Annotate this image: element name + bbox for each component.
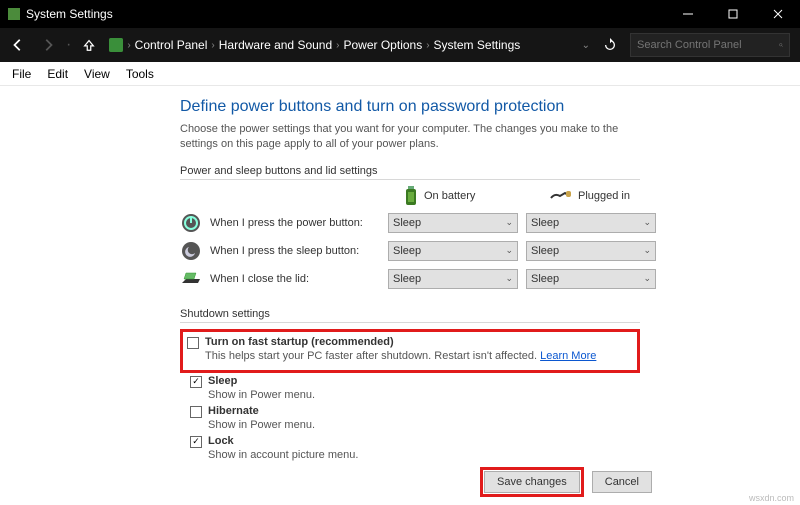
window-title: System Settings [26,7,113,21]
back-button[interactable] [4,31,32,59]
watermark: wsxdn.com [749,493,794,503]
col-on-battery: On battery [388,186,518,206]
hibernate-sub: Show in Power menu. [208,419,640,431]
history-dropdown[interactable]: ⌄ [582,40,590,51]
search-box[interactable] [630,33,790,57]
title-bar: System Settings [0,0,800,28]
sleep-sub: Show in Power menu. [208,389,640,401]
plug-icon [550,189,572,203]
chevron-right-icon: › [211,40,214,51]
power-icon [180,212,202,234]
up-button[interactable] [75,31,103,59]
lid-icon [180,268,202,290]
minimize-button[interactable] [665,0,710,28]
chevron-right-icon: › [336,40,339,51]
chevron-down-icon: ⌄ [643,245,651,256]
crumb-system-settings[interactable]: System Settings [434,38,521,52]
control-panel-icon [109,38,123,52]
checkbox-lock[interactable] [190,436,202,448]
chevron-down-icon: ⌄ [505,245,513,256]
chevron-down-icon: ⌄ [643,273,651,284]
fast-startup-highlight: Turn on fast startup (recommended) This … [180,329,640,373]
close-button[interactable] [755,0,800,28]
save-changes-button[interactable]: Save changes [484,471,580,493]
breadcrumb[interactable]: › Control Panel › Hardware and Sound › P… [105,38,579,52]
content: Define power buttons and turn on passwor… [0,86,800,505]
section-power-sleep-label: Power and sleep buttons and lid settings [180,165,640,177]
section-shutdown-label: Shutdown settings [180,308,640,320]
battery-icon [404,186,418,206]
menu-tools[interactable]: Tools [118,65,162,83]
divider [180,322,640,323]
col-plugged-in: Plugged in [526,189,656,203]
chevron-down-icon: ⌄ [505,217,513,228]
app-icon [8,8,20,20]
checkbox-fast-startup[interactable] [187,337,199,349]
select-lid-battery[interactable]: Sleep⌄ [388,269,518,289]
menu-view[interactable]: View [76,65,118,83]
search-input[interactable] [637,39,779,51]
chevron-down-icon: ⌄ [505,273,513,284]
refresh-button[interactable] [596,31,624,59]
chevron-down-icon: ⌄ [643,217,651,228]
lock-sub: Show in account picture menu. [208,449,640,461]
checkbox-sleep[interactable] [190,376,202,388]
footer-buttons: Save changes Cancel [484,471,652,493]
checkbox-hibernate[interactable] [190,406,202,418]
forward-button[interactable] [34,31,62,59]
select-lid-plugged[interactable]: Sleep⌄ [526,269,656,289]
fast-startup-sub: This helps start your PC faster after sh… [205,350,633,362]
select-power-plugged[interactable]: Sleep⌄ [526,213,656,233]
page-description: Choose the power settings that you want … [180,122,640,153]
menu-file[interactable]: File [4,65,39,83]
page-title: Define power buttons and turn on passwor… [180,98,640,116]
row-power-button-label: When I press the power button: [180,212,380,234]
chevron-right-icon: › [127,40,130,51]
chevron-right-icon: › [426,40,429,51]
cancel-button[interactable]: Cancel [592,471,652,493]
select-power-battery[interactable]: Sleep⌄ [388,213,518,233]
search-icon [779,39,783,51]
option-hibernate[interactable]: Hibernate [190,405,640,418]
crumb-hardware-sound[interactable]: Hardware and Sound [219,38,332,52]
row-lid-label: When I close the lid: [180,268,380,290]
learn-more-link[interactable]: Learn More [540,350,596,362]
option-lock[interactable]: Lock [190,435,640,448]
menu-edit[interactable]: Edit [39,65,76,83]
nav-separator: · [64,36,73,54]
divider [180,179,640,180]
row-sleep-button-label: When I press the sleep button: [180,240,380,262]
power-grid: On battery Plugged in When I press the p… [180,186,640,290]
option-fast-startup[interactable]: Turn on fast startup (recommended) [187,336,633,349]
sleep-icon [180,240,202,262]
option-sleep[interactable]: Sleep [190,375,640,388]
select-sleep-battery[interactable]: Sleep⌄ [388,241,518,261]
crumb-control-panel[interactable]: Control Panel [135,38,208,52]
nav-bar: · › Control Panel › Hardware and Sound ›… [0,28,800,62]
maximize-button[interactable] [710,0,755,28]
crumb-power-options[interactable]: Power Options [344,38,423,52]
menu-bar: File Edit View Tools [0,62,800,86]
select-sleep-plugged[interactable]: Sleep⌄ [526,241,656,261]
